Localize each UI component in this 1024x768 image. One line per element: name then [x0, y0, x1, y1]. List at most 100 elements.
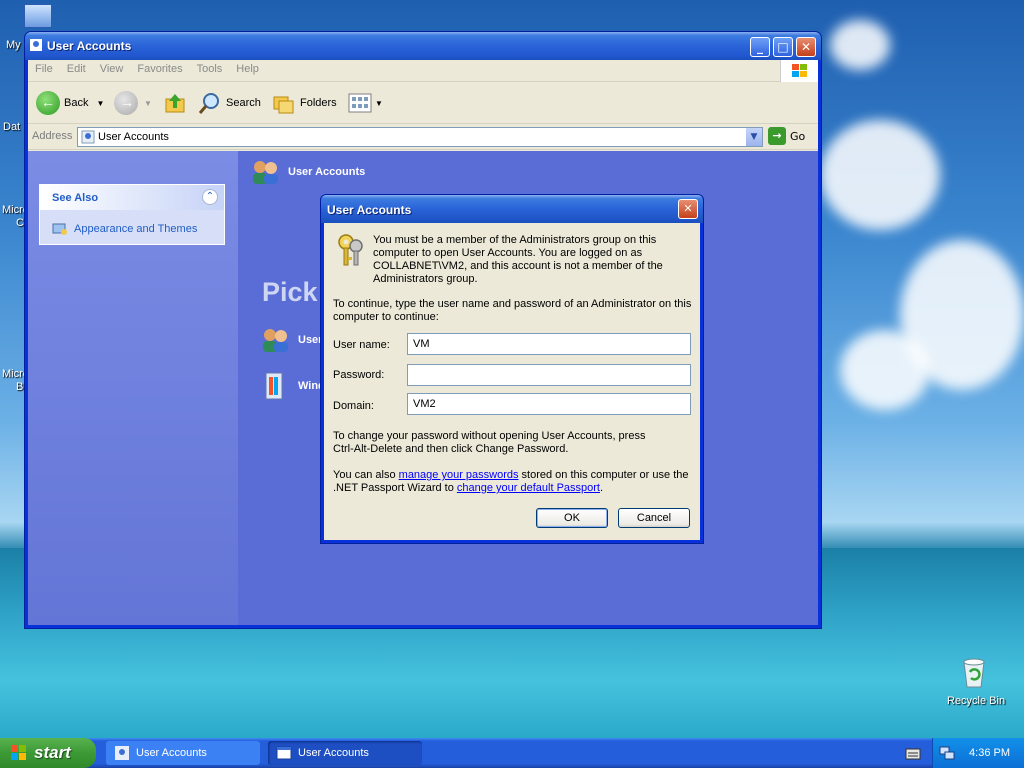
- task-windows[interactable]: Wind: [260, 371, 325, 401]
- domain-input[interactable]: VM2: [407, 393, 691, 415]
- menu-view[interactable]: View: [93, 60, 131, 78]
- change-password-text: To change your password without opening …: [333, 430, 646, 455]
- chevron-down-icon[interactable]: ▼: [96, 99, 104, 108]
- appearance-themes-label: Appearance and Themes: [74, 223, 198, 235]
- pick-heading: Pick: [262, 277, 318, 307]
- search-label: Search: [226, 97, 261, 109]
- desktop-icon-label[interactable]: Dat: [3, 121, 20, 133]
- chevron-down-icon: ▼: [144, 98, 152, 108]
- address-dropdown-icon[interactable]: ▼: [746, 128, 762, 146]
- minimize-button[interactable]: _: [750, 37, 770, 57]
- views-icon: [348, 93, 372, 113]
- cancel-button[interactable]: Cancel: [618, 508, 690, 528]
- cloud: [830, 20, 890, 70]
- back-button[interactable]: ← Back ▼: [36, 89, 104, 117]
- desktop-icon-label[interactable]: B: [16, 381, 23, 393]
- user-accounts-dialog: User Accounts ✕ You must be a member of …: [320, 194, 704, 544]
- keyboard-icon[interactable]: [905, 746, 921, 760]
- appearance-themes-link[interactable]: Appearance and Themes: [52, 221, 197, 237]
- menu-bar: File Edit View Favorites Tools Help: [28, 60, 818, 82]
- up-folder-button[interactable]: [164, 89, 188, 117]
- users-icon: [263, 329, 288, 352]
- address-label: Address: [32, 130, 73, 142]
- back-arrow-icon: ←: [36, 91, 60, 115]
- menu-favorites[interactable]: Favorites: [130, 60, 189, 78]
- also-text: You can also manage your passwords store…: [333, 469, 703, 495]
- dialog-titlebar[interactable]: User Accounts ✕: [321, 195, 703, 223]
- window-titlebar[interactable]: User Accounts _ □ ✕: [25, 32, 821, 60]
- task-user[interactable]: User: [260, 327, 322, 353]
- back-label: Back: [64, 97, 89, 109]
- address-bar: Address User Accounts ▼ → Go: [28, 124, 818, 150]
- menu-tools[interactable]: Tools: [190, 60, 230, 78]
- main-heading: User Accounts: [250, 159, 365, 185]
- username-input[interactable]: VM: [407, 333, 691, 355]
- clock[interactable]: 4:36 PM: [969, 747, 1010, 759]
- my-computer-icon[interactable]: [24, 4, 52, 28]
- search-icon: [198, 93, 219, 114]
- user-accounts-icon: [81, 130, 95, 144]
- windows-flag-icon: [11, 745, 26, 760]
- go-button[interactable]: → Go: [768, 127, 805, 145]
- folders-button[interactable]: Folders: [272, 89, 337, 117]
- go-arrow-icon: →: [768, 127, 786, 145]
- recycle-bin-icon[interactable]: [960, 656, 988, 688]
- dialog-body: You must be a member of the Administrato…: [324, 223, 700, 540]
- desktop-icon-label[interactable]: My: [6, 39, 21, 51]
- see-also-panel: See Also ⌃ Appearance and Themes: [39, 184, 225, 245]
- address-value: User Accounts: [98, 131, 169, 143]
- desktop-icon-label[interactable]: C: [16, 217, 24, 229]
- search-button[interactable]: Search: [198, 89, 261, 117]
- user-accounts-icon: [115, 746, 129, 760]
- recycle-bin-label[interactable]: Recycle Bin: [947, 695, 1005, 707]
- taskbar-item-label: User Accounts: [136, 747, 207, 759]
- folders-icon: [273, 96, 294, 114]
- start-button[interactable]: start: [0, 738, 96, 768]
- chevron-down-icon[interactable]: ▼: [375, 99, 383, 108]
- password-label: Password:: [333, 369, 385, 381]
- menu-edit[interactable]: Edit: [60, 60, 93, 78]
- change-passport-link[interactable]: change your default Passport: [457, 482, 600, 494]
- menu-file[interactable]: File: [28, 60, 60, 78]
- taskbar-item-label: User Accounts: [298, 747, 369, 759]
- forward-arrow-icon: →: [114, 91, 138, 115]
- also-suffix: .: [599, 482, 604, 494]
- windows-logo-icon: [780, 60, 818, 82]
- dialog-close-button[interactable]: ✕: [678, 199, 698, 219]
- maximize-button[interactable]: □: [773, 37, 793, 57]
- dialog-title: User Accounts: [327, 203, 412, 217]
- network-icon[interactable]: [939, 745, 955, 761]
- up-folder-icon: [165, 94, 185, 113]
- windows-login-icon: [265, 372, 283, 400]
- forward-button[interactable]: → ▼: [114, 89, 152, 117]
- window-icon: [276, 746, 292, 760]
- taskbar-item-user-accounts-window[interactable]: User Accounts: [106, 741, 260, 765]
- domain-label: Domain:: [333, 400, 374, 412]
- toolbar: ← Back ▼ → ▼ Search Folders ▼: [28, 82, 818, 124]
- appearance-icon: [52, 223, 67, 235]
- go-label: Go: [790, 129, 806, 143]
- password-input[interactable]: [407, 364, 691, 386]
- close-button[interactable]: ✕: [796, 37, 816, 57]
- collapse-icon[interactable]: ⌃: [202, 189, 218, 205]
- task-user-label: User: [298, 334, 323, 346]
- users-icon: [253, 161, 278, 184]
- window-title: User Accounts: [47, 39, 132, 53]
- taskbar-item-user-accounts-dialog[interactable]: User Accounts: [268, 741, 422, 765]
- menu-help[interactable]: Help: [229, 60, 266, 78]
- cloud: [820, 120, 940, 230]
- manage-passwords-link[interactable]: manage your passwords: [399, 469, 519, 481]
- username-label: User name:: [333, 339, 390, 351]
- address-input[interactable]: User Accounts ▼: [77, 127, 763, 147]
- keys-icon: [338, 234, 363, 266]
- start-label: start: [34, 743, 71, 762]
- ok-button[interactable]: OK: [536, 508, 608, 528]
- see-also-heading: See Also: [52, 192, 99, 204]
- views-button[interactable]: ▼: [348, 89, 383, 117]
- main-heading-text: User Accounts: [288, 166, 366, 178]
- admin-required-message: You must be a member of the Administrato…: [373, 234, 663, 285]
- cloud: [840, 330, 930, 410]
- see-also-header[interactable]: See Also ⌃: [40, 185, 224, 210]
- task-pane: See Also ⌃ Appearance and Themes: [28, 151, 238, 625]
- system-tray: 4:36 PM: [932, 738, 1024, 768]
